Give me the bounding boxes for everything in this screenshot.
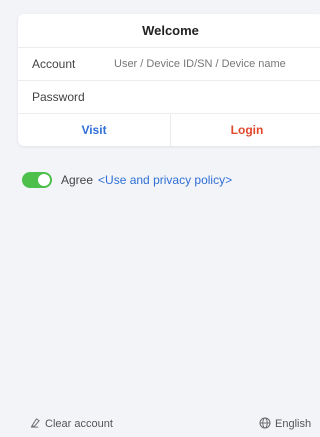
visit-button[interactable]: Visit <box>18 114 171 146</box>
globe-icon <box>259 417 275 432</box>
account-label: Account <box>32 57 76 71</box>
account-input[interactable] <box>114 58 320 70</box>
language-label: English <box>275 418 312 430</box>
password-row: Password <box>18 81 320 114</box>
account-row: Account <box>18 48 320 81</box>
privacy-policy-link[interactable]: <Use and privacy policy> <box>98 173 232 187</box>
login-actions: Visit Login <box>18 114 320 146</box>
login-card: Welcome Account Password Visit Login <box>18 14 320 146</box>
login-button[interactable]: Login <box>171 114 320 146</box>
language-button[interactable]: English <box>259 416 311 432</box>
password-input[interactable] <box>114 91 320 103</box>
agreement-row: Agree <Use and privacy policy> <box>22 172 232 188</box>
clear-account-label: Clear account <box>45 418 113 430</box>
toggle-knob <box>38 174 50 186</box>
clear-account-button[interactable]: Clear account <box>30 416 113 432</box>
agree-label: Agree <box>61 173 94 187</box>
login-card-title: Welcome <box>18 14 320 48</box>
eraser-icon <box>30 417 45 431</box>
password-label: Password <box>32 90 85 104</box>
agree-toggle[interactable] <box>22 172 52 188</box>
